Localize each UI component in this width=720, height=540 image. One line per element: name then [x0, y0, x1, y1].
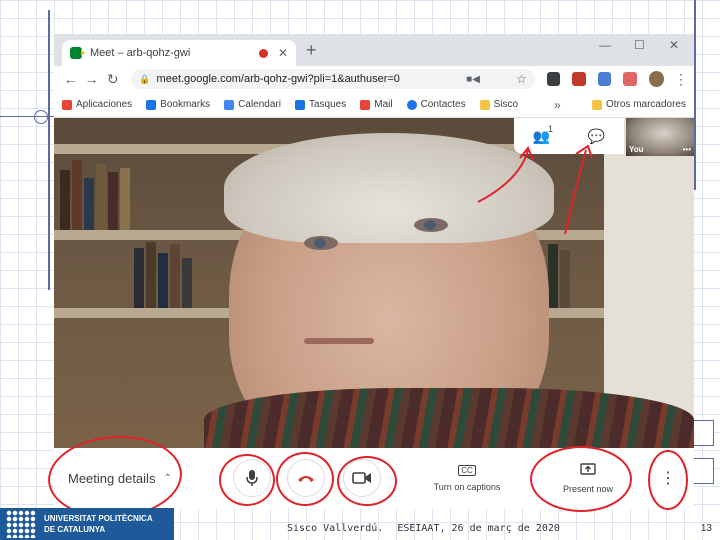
footer-caption: Sisco Vallverdú. ESEIAAT, 26 de març de 2… — [287, 523, 560, 534]
upc-dots-icon — [6, 510, 36, 538]
arrow-to-chat — [564, 149, 587, 235]
upc-logo-text: UNIVERSITAT POLITÈCNICA DE CATALUNYA — [44, 513, 153, 535]
slide-footer: UNIVERSITAT POLITÈCNICA DE CATALUNYA Sis… — [0, 508, 720, 540]
upc-logo-line1: UNIVERSITAT POLITÈCNICA — [44, 514, 153, 523]
upc-logo: UNIVERSITAT POLITÈCNICA DE CATALUNYA — [0, 508, 174, 540]
annotation-arrows — [477, 144, 593, 235]
footer-author: Sisco Vallverdú. — [287, 523, 384, 534]
page-number: 13 — [700, 523, 712, 534]
footer-event: ESEIAAT, 26 de març de 2020 — [397, 523, 560, 534]
upc-logo-line2: DE CATALUNYA — [44, 525, 106, 534]
